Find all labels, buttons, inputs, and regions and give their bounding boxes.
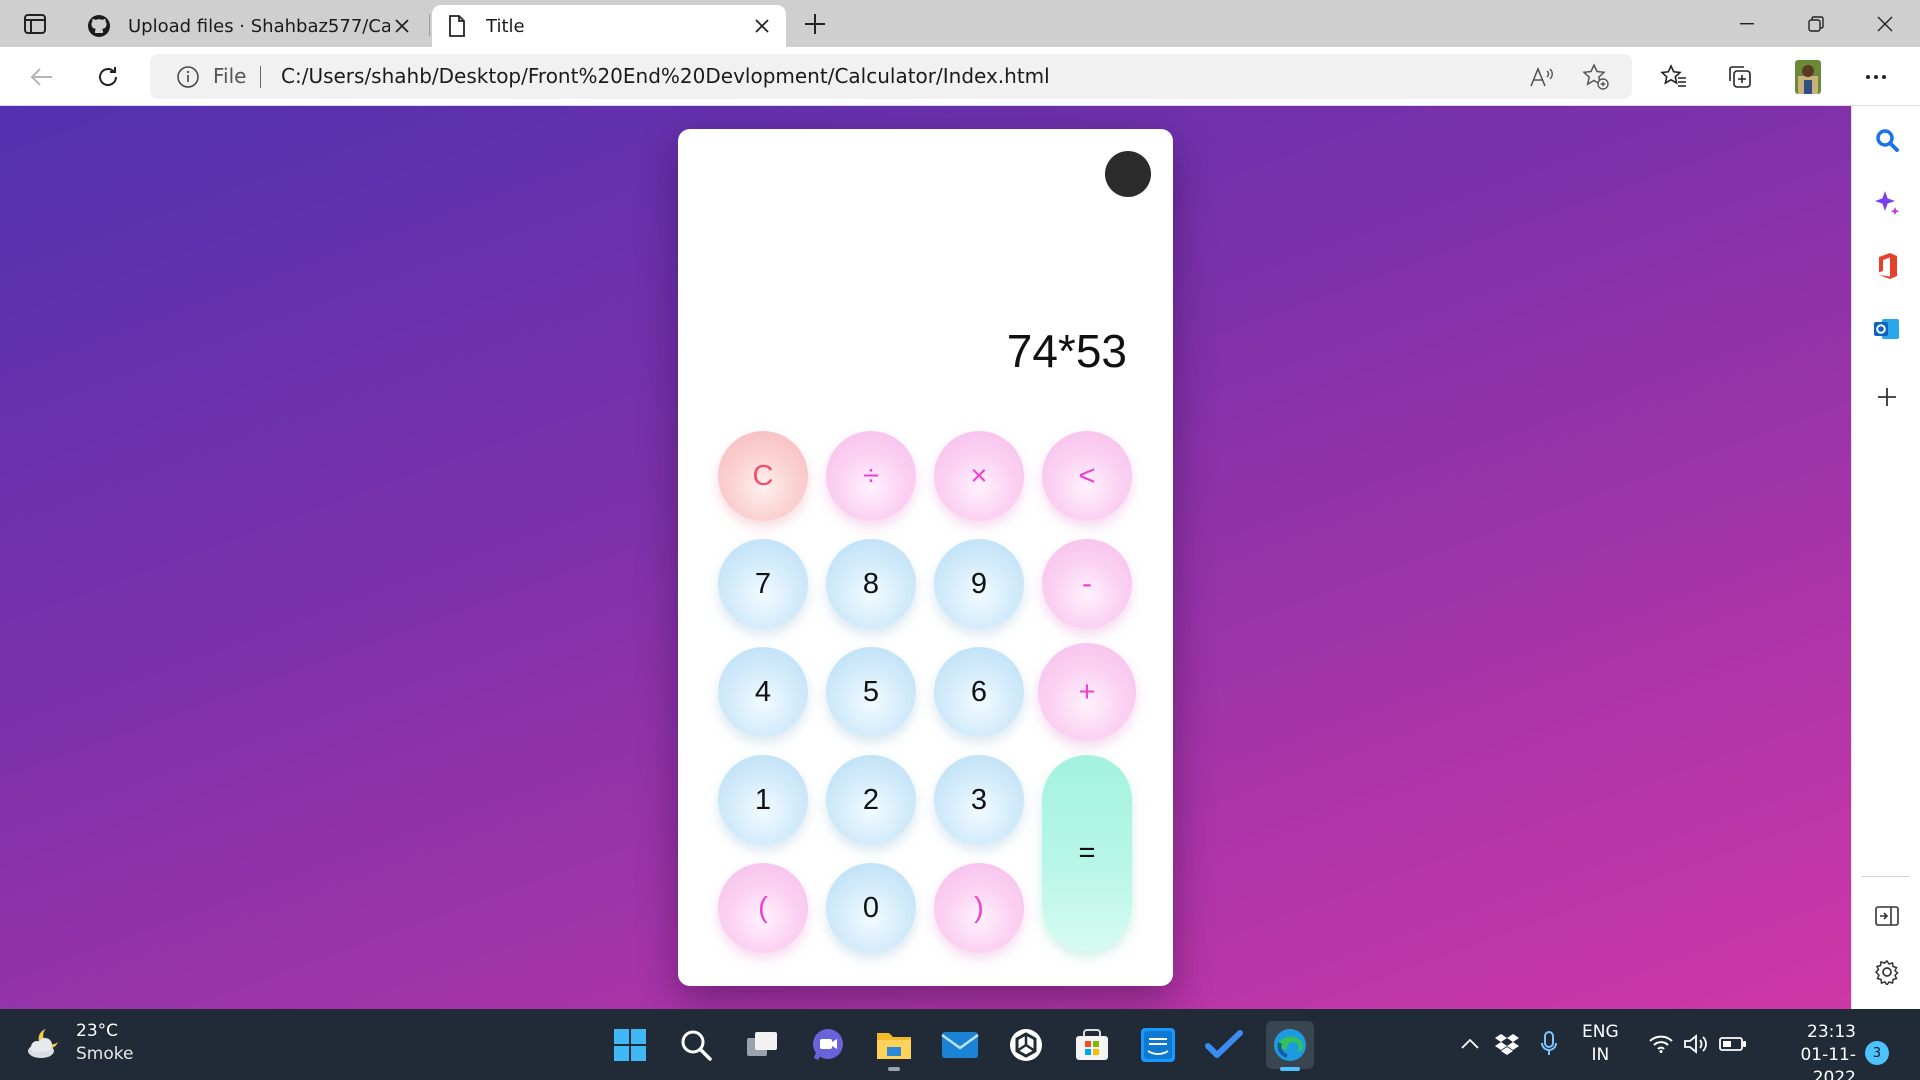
page-viewport: 74*53 C ÷ × < 7 8 9 - 4 5 6 + 1 2 3 = ( …: [0, 106, 1851, 1009]
tab-strip: Upload files · Shahbaz577/Calcul Title: [0, 0, 1920, 47]
add-sidebar-app-icon[interactable]: [1869, 379, 1905, 415]
minimize-icon[interactable]: [1724, 8, 1770, 40]
scheme-label: File: [213, 64, 247, 88]
language-code: ENG: [1582, 1022, 1619, 1042]
start-button[interactable]: [606, 1021, 654, 1069]
backspace-button[interactable]: <: [1042, 431, 1132, 521]
mail-icon[interactable]: [936, 1021, 984, 1069]
tab-title: Title: [486, 15, 525, 37]
eight-button[interactable]: 8: [826, 539, 916, 629]
show-hidden-icons-chevron-icon[interactable]: [1455, 1029, 1485, 1059]
notification-badge[interactable]: 3: [1865, 1041, 1889, 1065]
tab-upload-files[interactable]: Upload files · Shahbaz577/Calcul: [74, 5, 426, 47]
dropbox-icon[interactable]: [1492, 1029, 1522, 1059]
refresh-icon[interactable]: [90, 59, 126, 95]
address-divider: [260, 66, 261, 88]
windows-taskbar: 23°C Smoke ENG IN 23:13 01-11-2022 3: [0, 1009, 1920, 1080]
calculator-display: 74*53: [1006, 325, 1127, 377]
edge-browser-icon[interactable]: [1266, 1021, 1314, 1071]
battery-icon[interactable]: [1718, 1029, 1748, 1059]
file-explorer-icon[interactable]: [870, 1021, 918, 1071]
open-paren-button[interactable]: (: [718, 863, 808, 953]
five-button[interactable]: 5: [826, 647, 916, 737]
three-button[interactable]: 3: [934, 755, 1024, 845]
one-button[interactable]: 1: [718, 755, 808, 845]
minus-button[interactable]: -: [1042, 539, 1132, 629]
tab-title-page[interactable]: Title: [432, 5, 786, 47]
office-icon[interactable]: [1869, 248, 1905, 284]
github-icon: [86, 13, 112, 39]
volume-icon[interactable]: [1681, 1029, 1711, 1059]
multiply-button[interactable]: ×: [934, 431, 1024, 521]
active-indicator: [1280, 1067, 1300, 1071]
running-indicator: [888, 1067, 900, 1071]
language-region: IN: [1591, 1045, 1610, 1065]
system-clock[interactable]: 23:13 01-11-2022: [1764, 1021, 1856, 1080]
theme-toggle[interactable]: [1105, 151, 1151, 197]
clock-time: 23:13: [1807, 1022, 1856, 1042]
page-icon: [444, 13, 470, 39]
tab-actions-icon[interactable]: [18, 10, 52, 38]
sidebar-divider: [1862, 876, 1910, 877]
close-tab-icon[interactable]: [390, 14, 414, 38]
collections-icon[interactable]: [1722, 59, 1758, 95]
plus-button[interactable]: +: [1038, 643, 1136, 741]
info-icon[interactable]: [176, 65, 200, 89]
search-icon[interactable]: [1869, 122, 1905, 158]
weather-temperature: 23°C: [76, 1021, 119, 1041]
read-aloud-icon[interactable]: [1528, 63, 1556, 91]
back-arrow-icon[interactable]: [24, 59, 60, 95]
tab-title: Upload files · Shahbaz577/Calcul: [128, 15, 390, 37]
prime-video-icon[interactable]: [1134, 1021, 1182, 1069]
url-text[interactable]: C:/Users/shahb/Desktop/Front%20End%20Dev…: [281, 64, 1050, 88]
taskbar-search-icon[interactable]: [672, 1021, 720, 1069]
favorites-icon[interactable]: [1656, 59, 1692, 95]
outlook-icon[interactable]: [1869, 311, 1905, 347]
input-language[interactable]: ENG IN: [1582, 1021, 1619, 1067]
microsoft-store-icon[interactable]: [1068, 1021, 1116, 1069]
weather-cloud-moon-icon: [24, 1023, 64, 1063]
clear-button[interactable]: C: [718, 431, 808, 521]
todo-checkmark-icon[interactable]: [1200, 1021, 1248, 1069]
clock-date: 01-11-2022: [1800, 1045, 1856, 1080]
close-window-icon[interactable]: [1862, 8, 1908, 40]
weather-condition: Smoke: [76, 1044, 134, 1064]
four-button[interactable]: 4: [718, 647, 808, 737]
calculator-card: 74*53 C ÷ × < 7 8 9 - 4 5 6 + 1 2 3 = ( …: [678, 129, 1173, 986]
address-bar[interactable]: File C:/Users/shahb/Desktop/Front%20End%…: [150, 54, 1632, 99]
equals-button[interactable]: =: [1042, 755, 1132, 951]
teams-chat-icon[interactable]: [804, 1021, 852, 1069]
browser-toolbar: File C:/Users/shahb/Desktop/Front%20End%…: [0, 47, 1920, 106]
new-tab-button[interactable]: [800, 9, 830, 39]
microphone-icon[interactable]: [1534, 1029, 1564, 1059]
restore-icon[interactable]: [1793, 8, 1839, 40]
close-paren-button[interactable]: ): [934, 863, 1024, 953]
seven-button[interactable]: 7: [718, 539, 808, 629]
divide-button[interactable]: ÷: [826, 431, 916, 521]
task-view-icon[interactable]: [738, 1021, 786, 1069]
nine-button[interactable]: 9: [934, 539, 1024, 629]
profile-avatar[interactable]: [1790, 59, 1826, 95]
add-favorite-icon[interactable]: [1582, 63, 1610, 91]
discover-sparkle-icon[interactable]: [1869, 185, 1905, 221]
close-tab-icon[interactable]: [750, 14, 774, 38]
edge-sidebar: [1851, 106, 1920, 1009]
tab-divider: [429, 14, 430, 36]
more-menu-icon[interactable]: [1858, 59, 1894, 95]
hide-sidebar-icon[interactable]: [1869, 898, 1905, 934]
two-button[interactable]: 2: [826, 755, 916, 845]
wifi-icon[interactable]: [1646, 1029, 1676, 1059]
settings-gear-icon[interactable]: [1869, 954, 1905, 990]
weather-widget[interactable]: 23°C Smoke: [24, 1020, 133, 1066]
six-button[interactable]: 6: [934, 647, 1024, 737]
zero-button[interactable]: 0: [826, 863, 916, 953]
chatgpt-app-icon[interactable]: [1002, 1021, 1050, 1069]
